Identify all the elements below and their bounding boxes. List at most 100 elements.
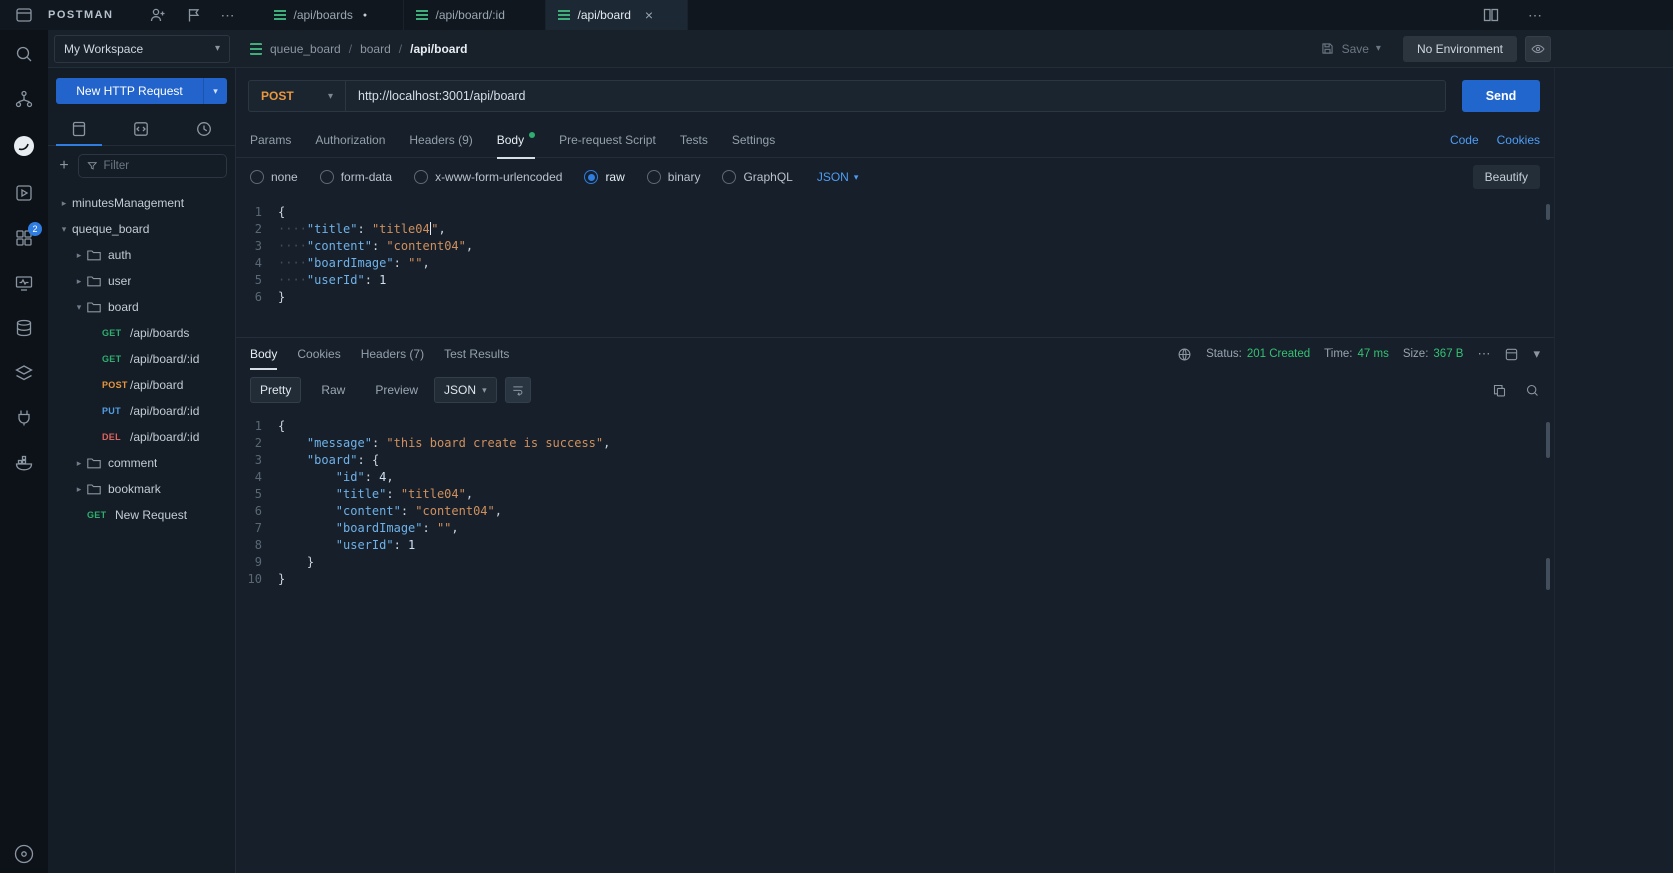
help-circle-icon[interactable] [13, 843, 35, 865]
plug-api-icon[interactable] [14, 408, 34, 428]
send-button[interactable]: Send [1462, 80, 1540, 112]
modules-grid-icon[interactable]: 2 [14, 222, 42, 248]
breadcrumb-folder[interactable]: board [360, 42, 391, 56]
tree-item-user[interactable]: ▸ user [48, 268, 235, 294]
sidebar-tab-history[interactable] [173, 112, 235, 145]
tree-item-bookmark[interactable]: ▸ bookmark [48, 476, 235, 502]
left-icon-strip: 2 [0, 30, 48, 873]
fork-network-icon[interactable] [14, 89, 34, 109]
request-tab-headers[interactable]: Headers (9) [409, 122, 472, 158]
search-response-icon[interactable] [1525, 383, 1540, 398]
beautify-button[interactable]: Beautify [1472, 165, 1540, 189]
database-icon[interactable] [14, 318, 34, 338]
network-globe-icon[interactable] [1177, 347, 1192, 362]
url-input[interactable] [345, 80, 1446, 112]
sidebar-tab-collections[interactable] [48, 112, 110, 146]
environment-quick-look-icon[interactable] [1525, 35, 1551, 62]
save-response-icon[interactable] [1504, 347, 1519, 362]
new-http-request-button[interactable]: New HTTP Request [56, 78, 203, 104]
open-tab-/api/board/:id[interactable]: /api/board/:id [404, 0, 546, 30]
app-window-icon[interactable] [0, 5, 48, 25]
body-mode-binary[interactable]: binary [646, 170, 700, 184]
docker-icon[interactable] [14, 453, 34, 473]
wrap-lines-icon[interactable] [504, 377, 531, 403]
add-collection-icon[interactable]: + [56, 157, 72, 175]
runner-icon[interactable] [14, 183, 34, 203]
request-body-editor[interactable]: 1{2 ····"title": "title04 ", 3 ····"content"… [236, 196, 1554, 338]
chevron-right-icon[interactable]: ▸ [71, 484, 87, 495]
tree-item-queque_board[interactable]: ▾ queque_board [48, 216, 235, 242]
raw-type-dropdown[interactable]: JSON ▾ [817, 170, 859, 184]
capture-icon[interactable] [185, 6, 203, 24]
response-more-icon[interactable]: ⋯ [1477, 346, 1490, 362]
scrollbar-thumb[interactable] [1546, 558, 1550, 590]
response-tab-body[interactable]: Body [250, 338, 278, 370]
response-tab-cookies[interactable]: Cookies [297, 338, 340, 370]
body-mode-raw[interactable]: raw [584, 170, 625, 184]
chevron-down-icon[interactable]: ▾ [71, 302, 87, 313]
collapse-response-icon[interactable]: ▾ [1533, 346, 1540, 362]
split-panel-icon[interactable] [1482, 6, 1500, 24]
monitor-icon[interactable] [14, 273, 34, 293]
request-tab-params[interactable]: Params [250, 122, 291, 158]
tree-item-comment[interactable]: ▸ comment [48, 450, 235, 476]
chevron-right-icon[interactable]: ▸ [71, 276, 87, 287]
scrollbar-thumb[interactable] [1546, 204, 1550, 220]
search-icon[interactable] [14, 44, 34, 64]
response-format-dropdown[interactable]: JSON ▾ [434, 377, 497, 403]
close-tab-icon[interactable]: × [645, 7, 653, 23]
layers-icon[interactable] [14, 363, 34, 383]
invite-icon[interactable] [149, 6, 167, 24]
copy-response-icon[interactable] [1492, 383, 1507, 398]
chevron-right-icon[interactable]: ▸ [56, 198, 72, 209]
tree-item-/api/board/:id[interactable]: GET/api/board/:id [48, 346, 235, 372]
tree-item-/api/boards[interactable]: GET/api/boards [48, 320, 235, 346]
new-request-dropdown-icon[interactable]: ▾ [203, 78, 227, 104]
tree-item-board[interactable]: ▾ board [48, 294, 235, 320]
cookies-link[interactable]: Cookies [1497, 133, 1540, 147]
line-number: 5 [254, 273, 262, 287]
code-link[interactable]: Code [1450, 133, 1479, 147]
request-tab-tests[interactable]: Tests [680, 122, 708, 158]
body-mode-none[interactable]: none [250, 170, 298, 184]
breadcrumb-collection[interactable]: queue_board [270, 42, 341, 56]
response-body-viewer[interactable]: 1{2 "message": "this board create is suc… [236, 408, 1554, 873]
tree-item-/api/board/:id[interactable]: DEL/api/board/:id [48, 424, 235, 450]
breadcrumb-request[interactable]: /api/board [410, 42, 467, 56]
request-tab-body[interactable]: Body [496, 122, 536, 159]
tree-item-/api/board[interactable]: POST/api/board [48, 372, 235, 398]
method-selector[interactable]: POST ▾ [248, 80, 345, 112]
chevron-down-icon[interactable]: ▾ [56, 224, 72, 235]
open-tab-/api/boards[interactable]: /api/boards ● [262, 0, 404, 30]
workspace-selector[interactable]: My Workspace ▾ [54, 34, 230, 63]
sidebar-tab-apis[interactable] [110, 112, 172, 145]
save-button[interactable]: Save ▾ [1320, 41, 1381, 56]
tree-item-/api/board/:id[interactable]: PUT/api/board/:id [48, 398, 235, 424]
request-tab-pre-request-script[interactable]: Pre-request Script [559, 122, 656, 158]
response-tab-test-results[interactable]: Test Results [444, 338, 509, 370]
tree-item-New Request[interactable]: GET New Request [48, 502, 235, 528]
view-mode-pretty[interactable]: Pretty [250, 377, 302, 403]
response-tab-headers[interactable]: Headers (7) [361, 338, 424, 370]
topbar-more-icon[interactable]: ⋯ [1528, 8, 1542, 22]
request-tab-settings[interactable]: Settings [732, 122, 775, 158]
request-tab-authorization[interactable]: Authorization [315, 122, 385, 158]
tree-item-auth[interactable]: ▸ auth [48, 242, 235, 268]
more-options-icon[interactable]: ⋯ [221, 8, 235, 22]
postman-logo-icon[interactable] [12, 134, 36, 158]
body-mode-x-www-form-urlencoded[interactable]: x-www-form-urlencoded [414, 170, 562, 184]
chevron-right-icon[interactable]: ▸ [71, 458, 87, 469]
filter-input[interactable] [103, 160, 218, 172]
view-mode-raw[interactable]: Raw [311, 377, 355, 403]
scrollbar-thumb[interactable] [1546, 422, 1550, 458]
line-content: "boardImage": "", [278, 520, 459, 537]
body-mode-GraphQL[interactable]: GraphQL [722, 170, 793, 184]
chevron-right-icon[interactable]: ▸ [71, 250, 87, 261]
view-mode-preview[interactable]: Preview [365, 377, 428, 403]
line-number: 7 [254, 521, 262, 535]
indent-guide: ···· [278, 239, 307, 253]
environment-selector[interactable]: No Environment [1402, 35, 1517, 62]
open-tab-/api/board[interactable]: /api/board × [545, 0, 688, 30]
body-mode-form-data[interactable]: form-data [319, 170, 392, 184]
tree-item-minutesManagement[interactable]: ▸ minutesManagement [48, 190, 235, 216]
